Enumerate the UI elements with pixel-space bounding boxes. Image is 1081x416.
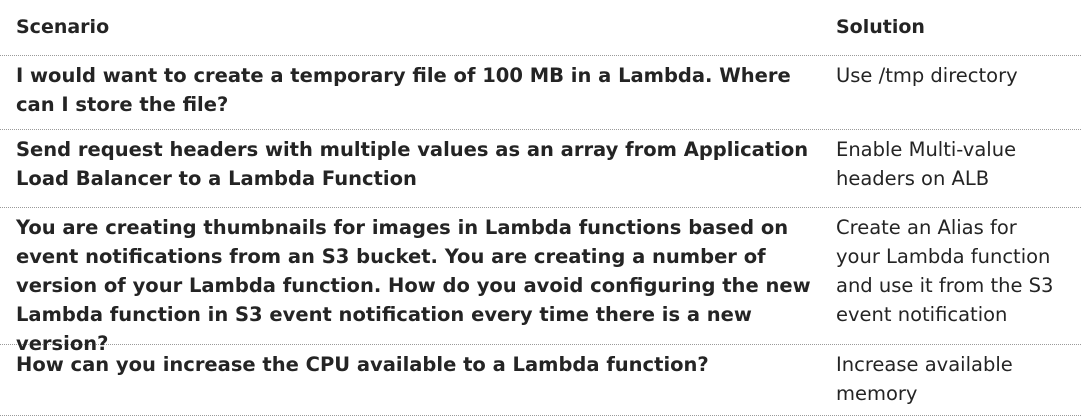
solution-cell: Increase available memory <box>836 353 1013 405</box>
table-row: How can you increase the CPU available t… <box>0 345 1081 416</box>
table-row: You are creating thumbnails for images i… <box>0 208 1081 355</box>
scenario-column-header: Scenario <box>16 16 110 38</box>
solution-column-header: Solution <box>836 16 925 38</box>
table-header-row: Scenario Solution <box>0 0 1081 56</box>
scenario-cell: I would want to create a temporary file … <box>16 64 791 116</box>
solution-cell: Use /tmp directory <box>836 64 1018 87</box>
scenario-cell: How can you increase the CPU available t… <box>16 353 709 376</box>
table-row: I would want to create a temporary file … <box>0 56 1081 130</box>
solution-cell: Enable Multi-value headers on ALB <box>836 138 1017 190</box>
scenario-cell: Send request headers with multiple value… <box>16 138 809 190</box>
table-row: Send request headers with multiple value… <box>0 130 1081 208</box>
scenario-solution-table: Scenario Solution I would want to create… <box>0 0 1081 416</box>
solution-cell: Create an Alias for your Lambda function… <box>836 216 1054 326</box>
scenario-cell: You are creating thumbnails for images i… <box>16 216 811 355</box>
